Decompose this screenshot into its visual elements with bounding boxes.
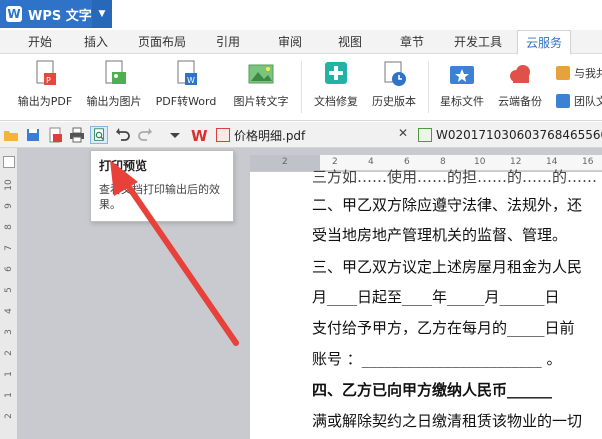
image-export-icon xyxy=(99,59,129,89)
image-to-text-icon xyxy=(246,59,276,89)
image-to-text-label: 图片转文字 xyxy=(233,95,289,108)
document-line: 满或解除契约之日缴清租赁该物业的一切 xyxy=(312,412,583,430)
pdf-export-icon: P xyxy=(30,59,60,89)
export-image-button[interactable]: 输出为图片 xyxy=(84,59,144,115)
chevron-down-icon[interactable] xyxy=(166,126,184,144)
word-file-icon xyxy=(418,128,432,142)
document-page[interactable]: 三方如……使用……的担……的……的…… 二、甲乙双方除应遵守法律、法规外，还 受… xyxy=(250,168,602,439)
shared-with-me-button[interactable]: 与我共 xyxy=(556,65,602,81)
document-line: 受当地房地产管理机关的监督、管理。 xyxy=(312,226,568,244)
menu-bar: 开始 插入 页面布局 引用 审阅 视图 章节 开发工具 云服务 xyxy=(0,30,602,55)
doc-tab-label: W020171030603768465560.d xyxy=(436,128,602,142)
document-repair-icon xyxy=(321,59,351,89)
ruler-tick: 8 xyxy=(4,224,14,230)
tab-view[interactable]: 视图 xyxy=(330,30,370,54)
wps-logo-icon: W xyxy=(191,127,208,144)
vertical-ruler: 10 9 8 7 6 5 4 3 2 1 1 2 xyxy=(0,148,18,439)
document-line: 账号 ：________________________ 。 xyxy=(312,350,562,368)
cloud-backup-button[interactable]: 云端备份 xyxy=(494,59,546,115)
tab-start[interactable]: 开始 xyxy=(20,30,60,54)
document-repair-label: 文档修复 xyxy=(314,95,358,108)
version-history-icon xyxy=(379,59,409,89)
undo-icon[interactable] xyxy=(114,126,132,144)
export-pdf-label: 输出为PDF xyxy=(17,95,73,108)
ruler-tick: 1 xyxy=(4,371,14,377)
redo-icon[interactable] xyxy=(136,126,154,144)
ruler-tick: 5 xyxy=(4,287,14,293)
print-preview-tooltip: 打印预览 查看文档打印输出后的效果。 xyxy=(90,150,234,222)
team-icon xyxy=(556,94,570,108)
document-line: 二、甲乙双方除应遵守法律、法规外，还 xyxy=(312,196,583,214)
pdf-to-word-icon: W xyxy=(171,59,201,89)
ruler-tick: 3 xyxy=(4,329,14,335)
save-icon[interactable] xyxy=(24,126,42,144)
export-image-label: 输出为图片 xyxy=(86,95,142,108)
close-icon[interactable]: ✕ xyxy=(398,126,408,140)
share-icon xyxy=(556,66,570,80)
team-docs-label: 团队文 xyxy=(574,95,602,108)
ruler-tick: 10 xyxy=(4,179,14,191)
export-pdf-button[interactable]: P 输出为PDF xyxy=(14,59,76,115)
version-history-label: 历史版本 xyxy=(372,95,416,108)
tab-chapter[interactable]: 章节 xyxy=(392,30,432,54)
svg-text:P: P xyxy=(46,76,51,85)
doc-tab-word-file[interactable]: W020171030603768465560.d xyxy=(418,124,602,146)
tooltip-description: 查看文档打印输出后的效果。 xyxy=(99,183,220,211)
tab-developer-tools[interactable]: 开发工具 xyxy=(446,30,510,54)
wps-logo-icon: W xyxy=(6,6,22,22)
tab-references[interactable]: 引用 xyxy=(208,30,248,54)
open-folder-icon[interactable] xyxy=(2,126,20,144)
app-title: WPS 文字 xyxy=(28,8,92,24)
pdf-file-icon xyxy=(216,128,230,142)
starred-files-button[interactable]: 星标文件 xyxy=(436,59,488,115)
pdf-to-word-button[interactable]: W PDF转Word xyxy=(152,59,220,115)
tooltip-title: 打印预览 xyxy=(99,159,148,173)
doc-tab-price-details[interactable]: 价格明细.pdf xyxy=(216,124,305,146)
shared-with-me-label: 与我共 xyxy=(574,67,602,80)
ribbon-separator xyxy=(428,61,429,113)
ribbon-separator xyxy=(301,61,302,113)
title-bar: W WPS 文字 ▼ xyxy=(0,0,602,30)
ruler-tick: 2 xyxy=(282,157,288,167)
ruler-tick: 9 xyxy=(4,203,14,209)
svg-text:W: W xyxy=(187,76,195,85)
tab-review[interactable]: 审阅 xyxy=(270,30,310,54)
ruler-tick: 2 xyxy=(4,350,14,356)
document-line: 三方如……使用……的担……的……的…… xyxy=(312,168,598,186)
ribbon: P 输出为PDF 输出为图片 W PDF转Word 图片转文字 文档修复 历史版… xyxy=(0,55,602,121)
star-folder-icon xyxy=(447,59,477,89)
tab-insert[interactable]: 插入 xyxy=(76,30,116,54)
document-line: 月____日起至____年_____月______日 xyxy=(312,288,560,306)
team-docs-button[interactable]: 团队文 xyxy=(556,93,602,109)
document-repair-button[interactable]: 文档修复 xyxy=(310,59,362,115)
tab-cloud-service[interactable]: 云服务 xyxy=(517,30,572,55)
ruler-tick: 6 xyxy=(4,266,14,272)
export-pdf-icon[interactable] xyxy=(46,126,64,144)
pdf-to-word-label: PDF转Word xyxy=(155,95,217,108)
ruler-tick: 1 xyxy=(4,392,14,398)
version-history-button[interactable]: 历史版本 xyxy=(368,59,420,115)
ruler-corner-icon[interactable] xyxy=(3,156,15,168)
print-preview-icon[interactable] xyxy=(90,126,108,144)
document-line: 三、甲乙双方议定上述房屋月租金为人民 xyxy=(312,258,583,276)
image-to-text-button[interactable]: 图片转文字 xyxy=(230,59,292,115)
document-line: 支付给予甲方，乙方在每月的_____日前 xyxy=(312,319,575,337)
cloud-backup-icon xyxy=(505,59,535,89)
doc-tab-label: 价格明细.pdf xyxy=(234,128,306,143)
ruler-tick: 2 xyxy=(4,413,14,419)
app-menu-button[interactable]: W WPS 文字 ▼ xyxy=(0,0,112,28)
ruler-tick: 7 xyxy=(4,245,14,251)
tab-page-layout[interactable]: 页面布局 xyxy=(130,30,194,54)
document-line: 四、乙方已向甲方缴纳人民币______ xyxy=(312,381,553,399)
quick-access-toolbar: W 价格明细.pdf ✕ W020171030603768465560.d xyxy=(0,122,602,148)
starred-files-label: 星标文件 xyxy=(440,95,484,108)
ruler-tick: 4 xyxy=(4,308,14,314)
svg-text:W: W xyxy=(191,127,208,144)
print-icon[interactable] xyxy=(68,126,86,144)
chevron-down-icon[interactable]: ▼ xyxy=(92,0,112,28)
cloud-backup-label: 云端备份 xyxy=(498,95,542,108)
